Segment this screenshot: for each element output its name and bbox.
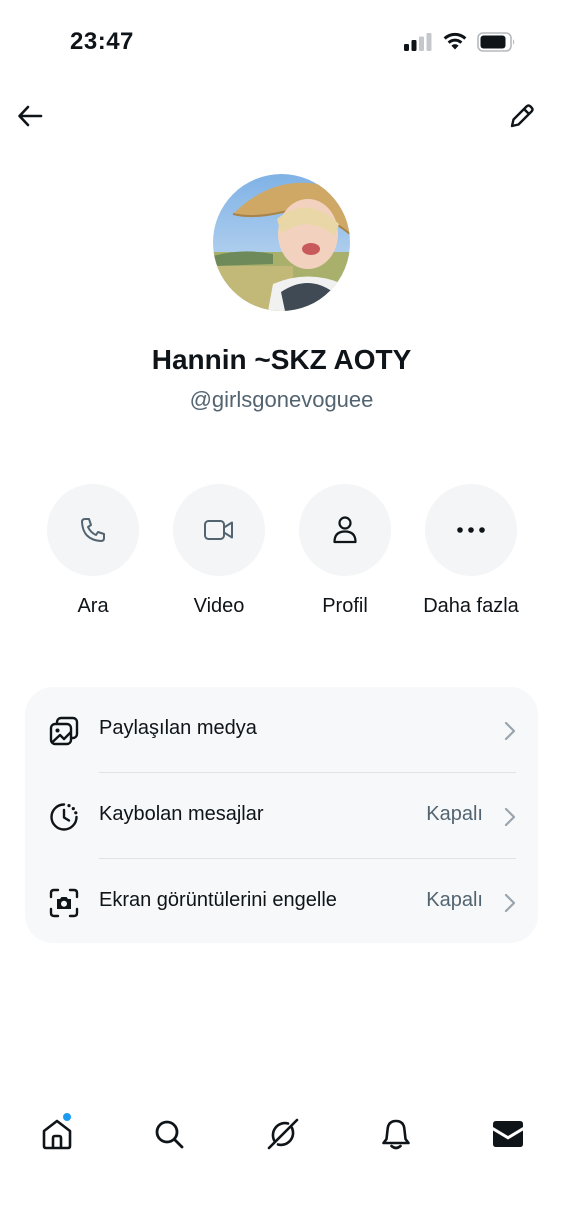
video-icon — [204, 520, 233, 540]
phone-icon — [81, 518, 105, 542]
profile-action[interactable]: Profil — [285, 484, 405, 618]
video-action[interactable]: Video — [159, 484, 279, 618]
bottom-tab-bar — [0, 1100, 563, 1170]
chevron-right-icon — [504, 807, 516, 827]
video-label: Video — [193, 595, 245, 617]
block-screenshots-row[interactable]: Ekran görüntülerini engelle Kapalı — [25, 859, 538, 945]
profile-button[interactable] — [299, 484, 391, 576]
disappearing-messages-label: Kaybolan mesajlar — [99, 803, 264, 825]
messages-icon — [493, 1121, 523, 1147]
tab-search[interactable] — [149, 1114, 189, 1154]
video-button[interactable] — [173, 484, 265, 576]
shared-media-label: Paylaşılan medya — [99, 717, 257, 739]
block-screenshots-value: Kapalı — [426, 889, 483, 911]
cellular-signal-icon — [404, 33, 432, 51]
display-name: Hannin ~SKZ AOTY — [151, 344, 412, 375]
home-icon — [42, 1119, 72, 1150]
arrow-left-icon — [18, 105, 43, 127]
call-action[interactable]: Ara — [33, 484, 153, 618]
status-bar: 23:47 — [0, 0, 563, 84]
disappearing-messages-value: Kapalı — [426, 803, 483, 825]
screenshot-block-icon — [47, 886, 81, 920]
call-button[interactable] — [47, 484, 139, 576]
profile-label: Profil — [322, 595, 368, 617]
status-time: 23:47 — [70, 28, 134, 55]
more-label: Daha fazla — [423, 595, 519, 617]
pencil-icon — [510, 104, 534, 128]
more-button[interactable] — [425, 484, 517, 576]
chevron-right-icon — [504, 893, 516, 913]
username: @girlsgonevoguee — [189, 387, 374, 412]
avatar-photo — [213, 174, 350, 311]
home-notification-badge — [62, 1112, 72, 1122]
more-icon — [457, 527, 485, 533]
battery-icon — [477, 32, 515, 52]
grok-icon — [267, 1118, 299, 1150]
person-icon — [333, 516, 357, 544]
back-button[interactable] — [12, 98, 48, 134]
wifi-icon — [443, 32, 467, 50]
block-screenshots-label: Ekran görüntülerini engelle — [99, 889, 337, 911]
edit-button[interactable] — [504, 98, 540, 134]
tab-messages[interactable] — [488, 1114, 528, 1154]
more-action[interactable]: Daha fazla — [411, 484, 531, 618]
shared-media-row[interactable]: Paylaşılan medya — [25, 687, 538, 773]
call-label: Ara — [77, 595, 109, 617]
shared-media-icon — [47, 714, 81, 748]
disappearing-messages-row[interactable]: Kaybolan mesajlar Kapalı — [25, 773, 538, 859]
tab-notifications[interactable] — [376, 1114, 416, 1154]
avatar[interactable] — [213, 174, 350, 311]
tab-grok[interactable] — [263, 1114, 303, 1154]
chevron-right-icon — [504, 721, 516, 741]
conversation-settings-card: Paylaşılan medya Kaybolan mesajlar Kapal… — [25, 687, 538, 943]
disappearing-timer-icon — [47, 800, 81, 834]
search-icon — [155, 1120, 184, 1149]
notifications-icon — [382, 1119, 410, 1150]
